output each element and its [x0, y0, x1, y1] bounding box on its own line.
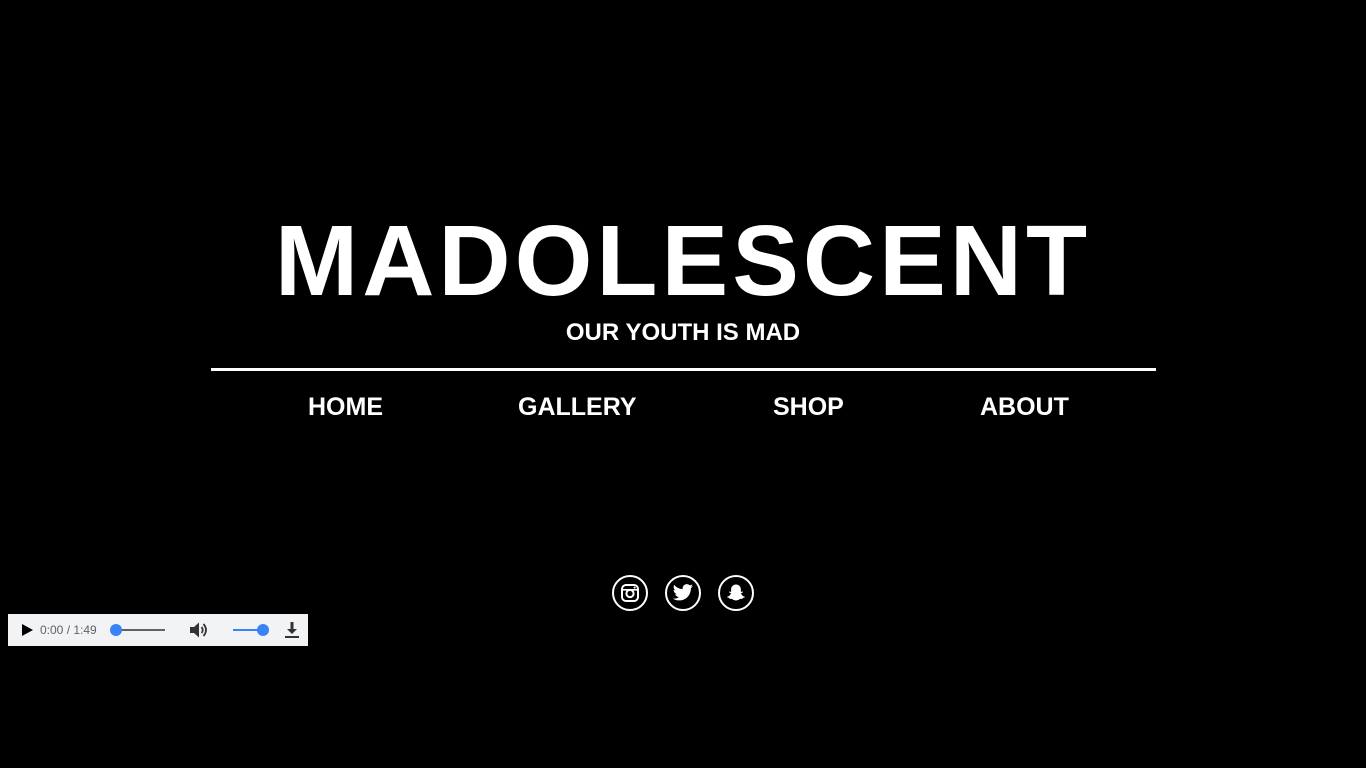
main-nav: HOME GALLERY SHOP ABOUT	[0, 390, 1366, 424]
audio-progress-slider[interactable]	[110, 624, 165, 636]
progress-thumb[interactable]	[110, 624, 122, 636]
volume-thumb[interactable]	[257, 624, 269, 636]
site-tagline: OUR YOUTH IS MAD	[565, 319, 801, 346]
snapchat-link[interactable]	[718, 575, 754, 611]
twitter-link[interactable]	[665, 575, 701, 611]
volume-icon[interactable]	[189, 621, 209, 639]
twitter-icon	[672, 584, 694, 601]
site-title: MADOLESCENT	[274, 205, 1092, 317]
instagram-icon	[621, 584, 639, 602]
nav-link-shop[interactable]: SHOP	[773, 390, 844, 424]
nav-link-home[interactable]: HOME	[308, 390, 383, 424]
snapchat-icon	[727, 584, 745, 601]
nav-link-about[interactable]: ABOUT	[980, 390, 1069, 424]
header-divider	[211, 368, 1156, 371]
audio-player: 0:00 / 1:49	[8, 614, 308, 646]
audio-time: 0:00 / 1:49	[40, 623, 97, 637]
instagram-link[interactable]	[612, 575, 648, 611]
nav-link-gallery[interactable]: GALLERY	[518, 390, 637, 424]
volume-slider[interactable]	[233, 624, 269, 636]
page: MADOLESCENT OUR YOUTH IS MAD HOME GALLER…	[0, 0, 1366, 768]
play-icon[interactable]	[20, 623, 34, 637]
download-icon[interactable]	[284, 621, 300, 639]
